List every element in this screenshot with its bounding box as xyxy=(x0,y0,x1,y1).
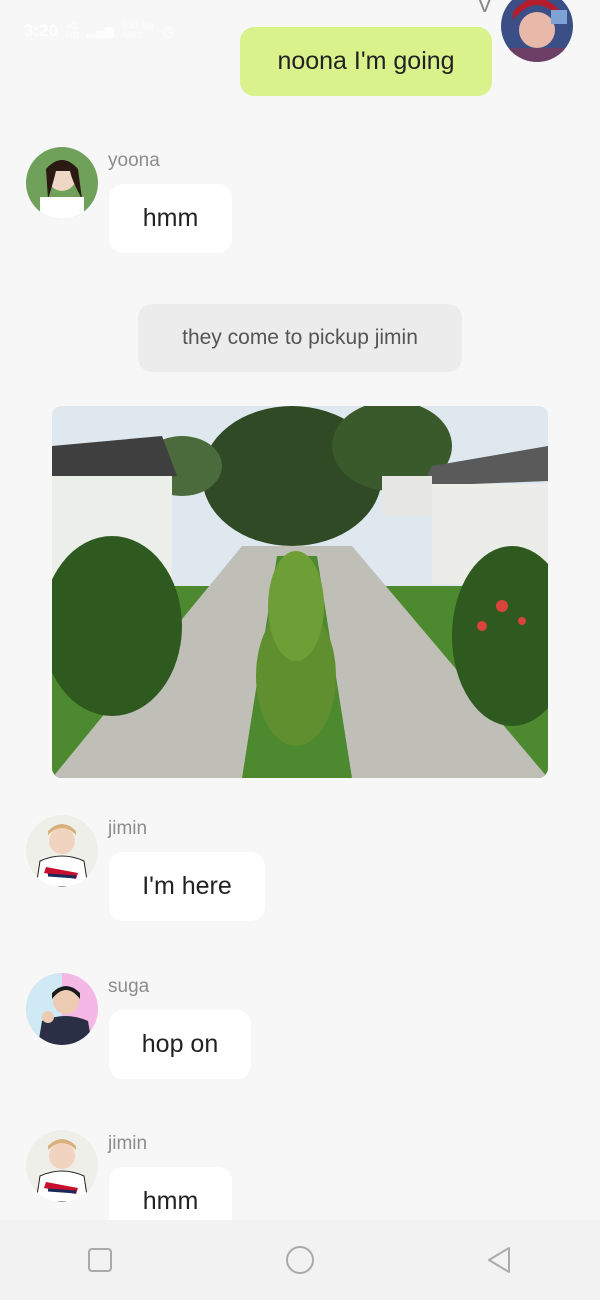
message-bubble-outgoing[interactable]: noona I'm going xyxy=(240,27,492,96)
sender-name-jimin: jimin xyxy=(108,1133,148,1154)
avatar-jimin[interactable] xyxy=(26,815,98,887)
message-bubble-incoming[interactable]: I'm here xyxy=(109,852,265,921)
sender-name-jimin: jimin xyxy=(108,818,148,839)
status-bar: 3:20 4G HD ▂▄▆ 0.41 KB KB/S ◷ xyxy=(24,18,174,44)
sender-name-v: V xyxy=(477,0,492,17)
avatar-jimin[interactable] xyxy=(26,1130,98,1202)
sender-name-yoona: yoona xyxy=(108,150,160,171)
avatar-yoona[interactable] xyxy=(26,147,98,219)
recents-button[interactable] xyxy=(70,1230,130,1290)
message-bubble-incoming[interactable]: hop on xyxy=(109,1010,251,1079)
triangle-back-icon xyxy=(488,1247,510,1273)
home-button[interactable] xyxy=(270,1230,330,1290)
sender-name-suga: suga xyxy=(108,976,150,997)
circle-icon xyxy=(286,1246,314,1274)
shared-photo[interactable] xyxy=(52,406,548,778)
alarm-icon: ◷ xyxy=(162,22,175,39)
system-message: they come to pickup jimin xyxy=(138,304,462,372)
speed-label: 0.41 KB KB/S xyxy=(122,21,155,40)
square-icon xyxy=(88,1248,112,1272)
avatar-suga[interactable] xyxy=(26,973,98,1045)
back-button[interactable] xyxy=(470,1230,530,1290)
network-label: 4G HD xyxy=(66,21,80,40)
signal-icon: ▂▄▆ xyxy=(87,24,114,38)
status-time: 3:20 xyxy=(24,21,59,40)
system-nav-bar xyxy=(0,1220,600,1300)
message-bubble-incoming[interactable]: hmm xyxy=(109,184,232,253)
avatar-v[interactable] xyxy=(501,0,573,62)
